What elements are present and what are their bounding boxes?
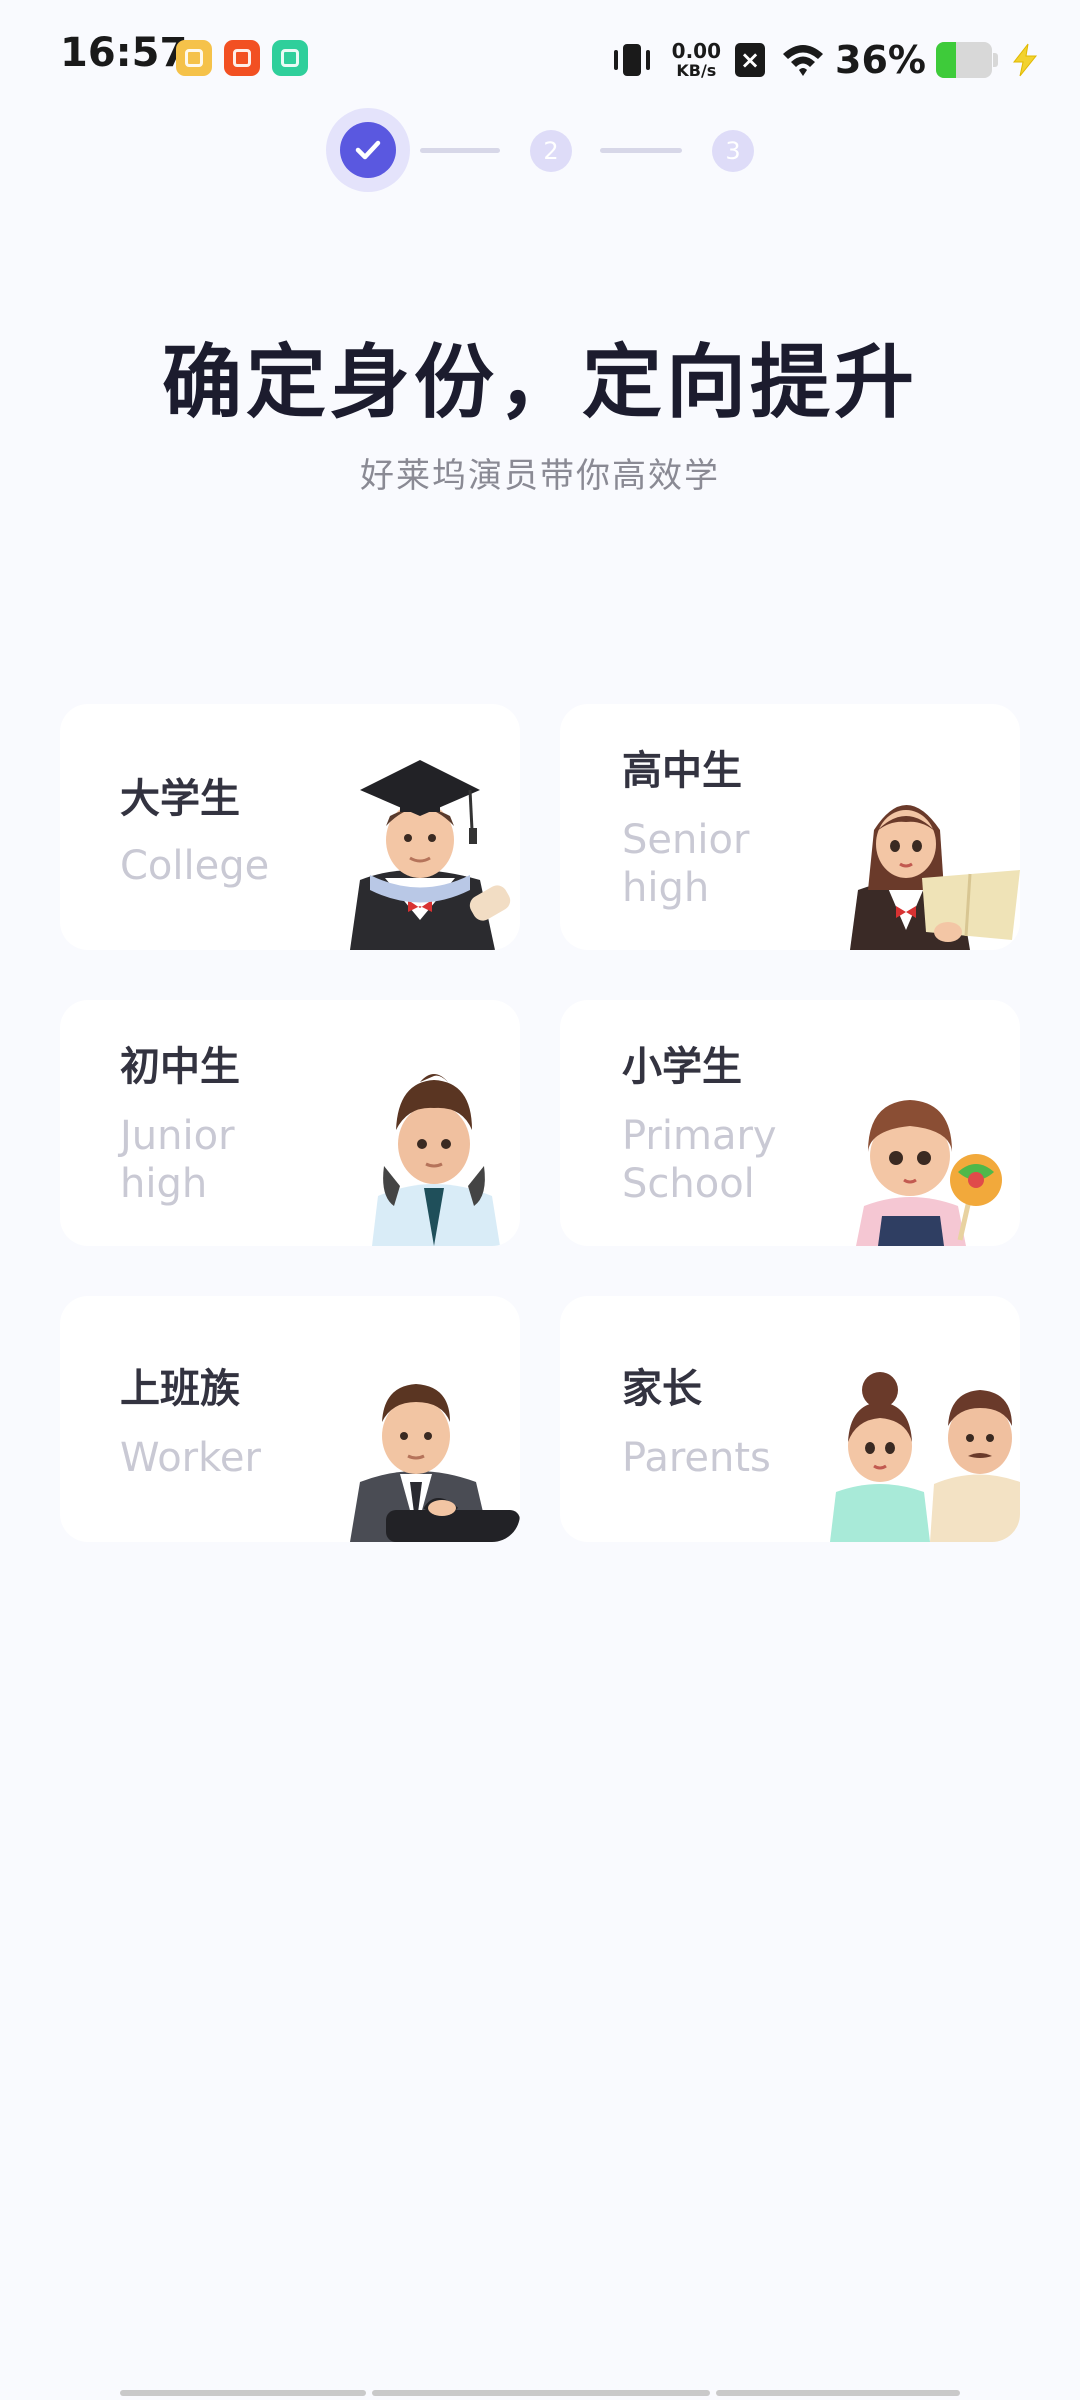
identity-label-cn: 高中生 [622, 748, 742, 794]
senior-high-girl-avatar [850, 805, 1020, 950]
kuaishou-app-icon [224, 40, 260, 76]
step-1-done [340, 122, 396, 178]
network-speed-value: 0.00 [671, 39, 722, 63]
gesture-bar-right [716, 2390, 960, 2396]
step-2: 2 [530, 130, 572, 172]
identity-card-senior-high[interactable]: 高中生 Senior high [560, 704, 1020, 950]
status-bar: 16:57 0.00 KB/s × 36% [0, 0, 1080, 120]
page-subtitle: 好莱坞演员带你高效学 [360, 456, 720, 496]
gesture-bar-home[interactable] [372, 2390, 710, 2396]
battery-fill [936, 42, 957, 78]
status-time: 16:57 [60, 30, 188, 76]
step-connector-2 [600, 148, 682, 153]
identity-label-en: College [120, 843, 270, 889]
identity-label-en: Worker [120, 1435, 261, 1481]
primary-school-child-avatar [856, 1100, 1002, 1246]
gesture-bar-left [120, 2390, 366, 2396]
junior-high-boy-avatar [372, 1074, 500, 1246]
progress-stepper: 2 3 [0, 108, 1080, 192]
identity-label-en: Senior high [622, 817, 750, 911]
home-app-icon [272, 40, 308, 76]
no-sim-icon: × [735, 43, 766, 77]
wifi-icon [783, 45, 824, 76]
files-app-icon [176, 40, 212, 76]
battery-icon [936, 42, 998, 78]
identity-label-cn: 小学生 [622, 1044, 742, 1090]
identity-card-parents[interactable]: 家长 Parents [560, 1296, 1020, 1542]
step-3: 3 [712, 130, 754, 172]
identity-label-en: Junior high [120, 1113, 235, 1207]
college-graduate-avatar [350, 760, 511, 950]
vibrate-icon [610, 40, 654, 80]
identity-card-junior-high[interactable]: 初中生 Junior high [60, 1000, 520, 1246]
identity-label-cn: 家长 [622, 1366, 702, 1412]
identity-label-cn: 上班族 [120, 1366, 240, 1412]
step-connector-1 [420, 148, 500, 153]
identity-card-primary-school[interactable]: 小学生 Primary School [560, 1000, 1020, 1246]
identity-label-cn: 初中生 [120, 1044, 240, 1090]
identity-label-en: Parents [622, 1435, 771, 1481]
identity-label-cn: 大学生 [120, 776, 240, 822]
office-worker-avatar [350, 1384, 520, 1542]
identity-card-college[interactable]: 大学生 College [60, 704, 520, 950]
charging-icon [1012, 43, 1038, 77]
identity-card-worker[interactable]: 上班族 Worker [60, 1296, 520, 1542]
parents-avatar [830, 1372, 1020, 1542]
checkmark-icon [355, 140, 381, 160]
status-icons: 0.00 KB/s × 36% [610, 30, 1040, 90]
page-title: 确定身份，定向提升 [162, 336, 918, 429]
battery-percent: 36% [835, 38, 926, 82]
identity-label-en: Primary School [622, 1113, 777, 1207]
network-speed: 0.00 KB/s [672, 41, 721, 79]
network-speed-unit: KB/s [676, 61, 717, 80]
